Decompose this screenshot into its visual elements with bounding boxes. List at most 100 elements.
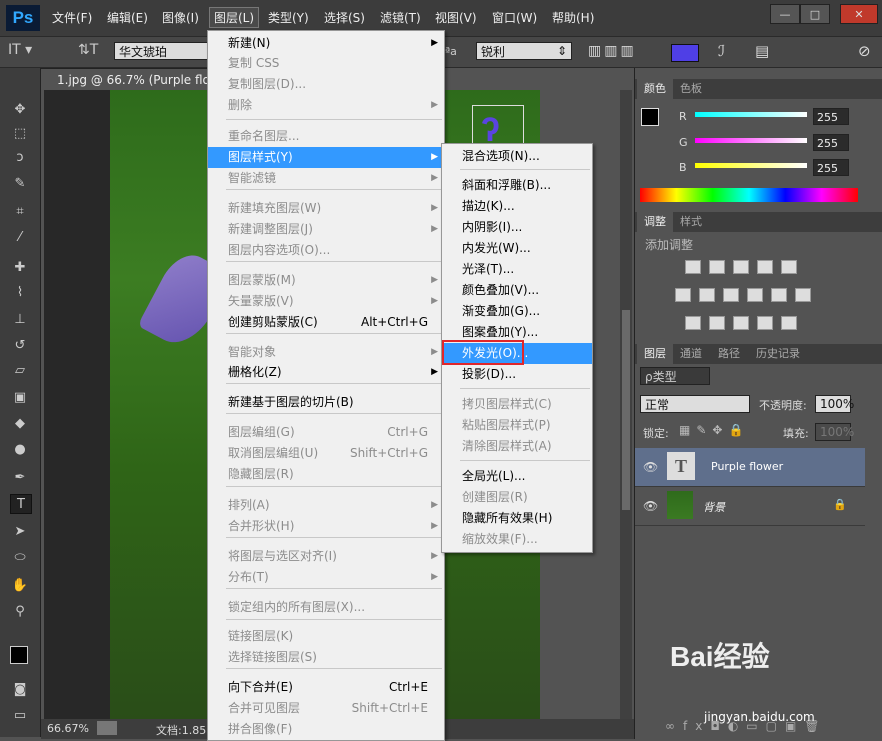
layer-menu-item[interactable]: 排列(A) ▶ (208, 495, 444, 516)
layer-style-item[interactable]: 外发光(O)... (442, 340, 592, 365)
align-icons[interactable]: ▥▥▥ (588, 43, 637, 59)
foreground-color-swatch[interactable] (10, 646, 28, 664)
selective-color-icon[interactable] (757, 316, 773, 330)
stamp-tool-icon[interactable]: ⊥ (10, 310, 30, 328)
menu-help[interactable]: 帮助(H) (552, 9, 594, 26)
layer-menu-item[interactable]: 拼合图像(F) (208, 719, 444, 740)
layer-style-item[interactable]: 斜面和浮雕(B)... (442, 175, 592, 196)
eyedropper-tool-icon[interactable]: ⁄ (10, 228, 30, 246)
layer-style-item[interactable]: 渐变叠加(G)... (442, 301, 592, 322)
layer-menu-item[interactable]: 合并形状(H) ▶ (208, 516, 444, 537)
lock-icons[interactable]: ▦✎✥🔒 (679, 423, 749, 437)
balance-icon[interactable] (699, 288, 715, 302)
layer-menu-item[interactable]: 矢量蒙版(V) ▶ (208, 291, 444, 312)
warp-text-icon[interactable]: ℐ (718, 42, 725, 60)
layer-menu-item[interactable]: 图层蒙版(M) ▶ (208, 270, 444, 291)
layer-style-item[interactable]: 描边(K)... (442, 196, 592, 217)
lookup-icon[interactable] (795, 288, 811, 302)
layer-menu-item[interactable]: 合并可见图层 Shift+Ctrl+E (208, 698, 444, 719)
font-family-field[interactable]: 华文琥珀 (114, 42, 210, 60)
brightness-icon[interactable] (685, 260, 701, 274)
toggle-orientation-icon[interactable]: ⇅T (78, 42, 98, 58)
tab-layers[interactable]: 图层 (637, 344, 673, 364)
history-brush-icon[interactable]: ↺ (10, 336, 30, 354)
menu-select[interactable]: 选择(S) (324, 9, 365, 26)
layer-style-item[interactable]: 内发光(W)... (442, 238, 592, 259)
lasso-tool-icon[interactable]: ↄ (10, 148, 30, 166)
layer-menu-item[interactable]: 将图层与选区对齐(I) ▶ (208, 546, 444, 567)
character-panel-icon[interactable]: ▤ (755, 42, 769, 60)
layer-menu-item[interactable]: 智能滤镜 ▶ (208, 168, 444, 189)
threshold-icon[interactable] (733, 316, 749, 330)
b-value[interactable]: 255 (813, 159, 849, 176)
layer-menu-item[interactable]: 复制 CSS (208, 53, 444, 74)
layer-menu-item[interactable]: 新建填充图层(W) ▶ (208, 198, 444, 219)
layer-style-item[interactable]: 混合选项(N)... (442, 146, 592, 167)
zoom-level[interactable]: 66.67% (47, 722, 89, 735)
path-select-icon[interactable]: ➤ (10, 522, 30, 540)
layer-menu-item[interactable]: 图层样式(Y) ▶ (208, 147, 444, 168)
menu-filter[interactable]: 滤镜(T) (380, 9, 421, 26)
menu-image[interactable]: 图像(I) (162, 9, 199, 26)
menu-view[interactable]: 视图(V) (435, 9, 477, 26)
menu-edit[interactable]: 编辑(E) (107, 9, 148, 26)
menu-file[interactable]: 文件(F) (52, 9, 92, 26)
menu-layer[interactable]: 图层(L) (209, 7, 260, 28)
hand-tool-icon[interactable]: ✋ (10, 576, 30, 594)
close-icon[interactable]: ✕ (840, 4, 878, 24)
gradient-map-icon[interactable] (781, 316, 797, 330)
layer-style-item[interactable]: 投影(D)... (442, 364, 592, 385)
bw-icon[interactable] (723, 288, 739, 302)
tab-paths[interactable]: 路径 (711, 344, 747, 364)
layer-style-item[interactable]: 颜色叠加(V)... (442, 280, 592, 301)
opacity-field[interactable]: 100% (815, 395, 854, 413)
minimize-icon[interactable]: — (770, 4, 800, 24)
eraser-tool-icon[interactable]: ▱ (10, 361, 30, 379)
menu-type[interactable]: 类型(Y) (268, 9, 309, 26)
quick-mask-icon[interactable]: ◙ (10, 680, 30, 698)
layer-row-text[interactable]: 👁 T Purple flower (635, 448, 865, 487)
g-slider[interactable] (695, 138, 807, 143)
shape-tool-icon[interactable]: ⬭ (10, 548, 30, 566)
tab-color[interactable]: 颜色 (637, 79, 673, 99)
layer-menu-item[interactable]: 锁定组内的所有图层(X)... (208, 597, 444, 618)
layer-style-item[interactable]: 清除图层样式(A) (442, 436, 592, 457)
color-spectrum-bar[interactable] (640, 188, 858, 202)
layer-style-item[interactable]: 光泽(T)... (442, 259, 592, 280)
brush-tool-icon[interactable]: ⌇ (10, 283, 30, 301)
layer-kind-filter[interactable]: ρ类型 (640, 367, 710, 385)
quick-select-tool-icon[interactable]: ✎ (10, 174, 30, 192)
layer-menu-item[interactable]: 删除 ▶ (208, 95, 444, 116)
pen-tool-icon[interactable]: ✒ (10, 468, 30, 486)
posterize-icon[interactable] (709, 316, 725, 330)
dodge-tool-icon[interactable]: ● (10, 440, 30, 458)
layer-style-item[interactable]: 隐藏所有效果(H) (442, 508, 592, 529)
layer-menu-item[interactable]: 新建基于图层的切片(B) (208, 392, 444, 413)
layer-style-item[interactable]: 拷贝图层样式(C) (442, 394, 592, 415)
layer-menu-item[interactable]: 重命名图层... (208, 126, 444, 147)
layer-row-background[interactable]: 👁 背景 🔒 (635, 487, 865, 526)
layer-menu-item[interactable]: 图层内容选项(O)... (208, 240, 444, 261)
layer-menu-item[interactable]: 栅格化(Z) ▶ (208, 362, 444, 383)
vertical-scrollbar[interactable] (620, 90, 632, 719)
tab-swatches[interactable]: 色板 (673, 79, 709, 99)
screen-mode-icon[interactable]: ▭ (10, 706, 30, 724)
invert-icon[interactable] (685, 316, 701, 330)
status-icon[interactable] (97, 721, 117, 735)
type-tool-icon[interactable]: ⅠT ▾ (8, 42, 32, 58)
eye-icon[interactable]: 👁 (643, 499, 658, 513)
blend-mode-select[interactable]: 正常 (640, 395, 750, 413)
eye-icon[interactable]: 👁 (643, 460, 658, 474)
vibrance-icon[interactable] (781, 260, 797, 274)
layer-name[interactable]: Purple flower (711, 460, 783, 473)
blur-tool-icon[interactable]: ◆ (10, 414, 30, 432)
layer-style-item[interactable]: 粘贴图层样式(P) (442, 415, 592, 436)
menu-window[interactable]: 窗口(W) (492, 9, 537, 26)
layer-style-item[interactable]: 缩放效果(F)... (442, 529, 592, 550)
crop-tool-icon[interactable]: ⌗ (10, 202, 30, 220)
zoom-tool-icon[interactable]: ⚲ (10, 602, 30, 620)
b-slider[interactable] (695, 163, 807, 168)
fg-color-chip[interactable] (641, 108, 659, 126)
layer-style-item[interactable]: 内阴影(I)... (442, 217, 592, 238)
type-tool-active-icon[interactable]: T (10, 494, 32, 514)
